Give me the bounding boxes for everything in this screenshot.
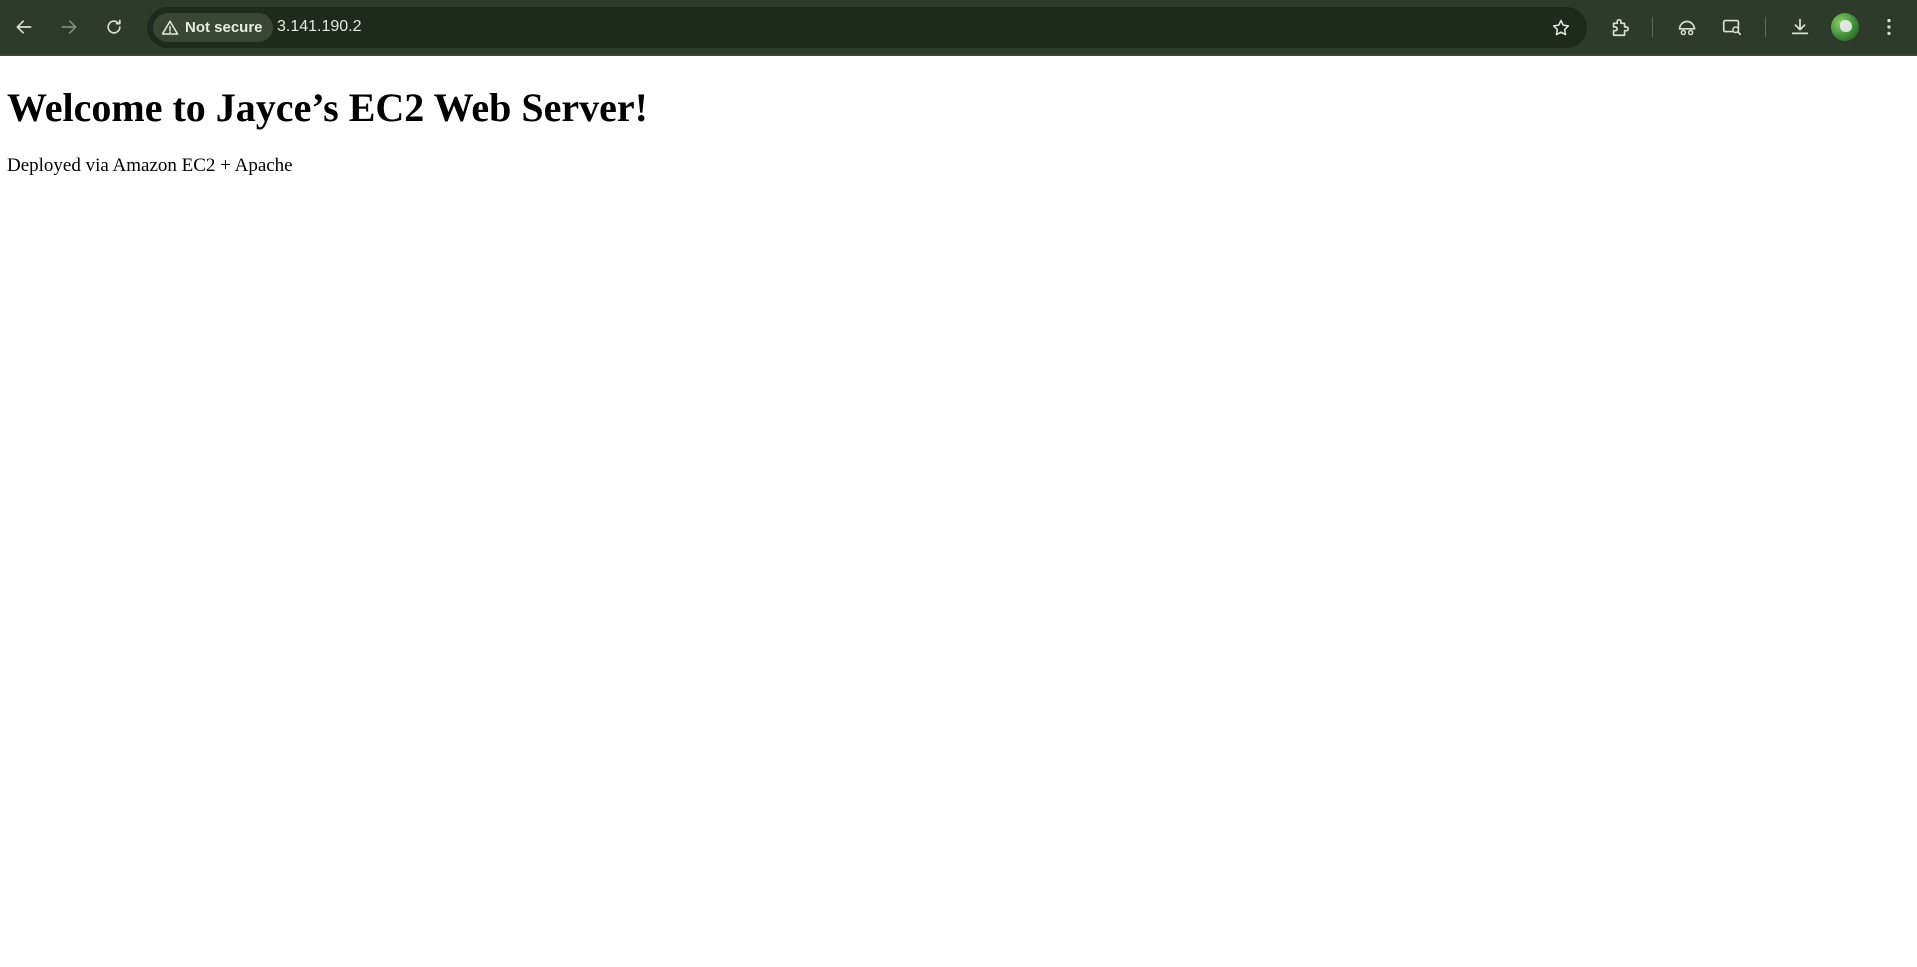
performance-button[interactable] xyxy=(1670,10,1704,44)
forward-button[interactable] xyxy=(52,10,86,44)
security-chip[interactable]: Not secure xyxy=(153,13,273,42)
page-content: Welcome to Jayce’s EC2 Web Server! Deplo… xyxy=(7,56,1907,178)
toolbar-separator xyxy=(1765,17,1766,37)
url-text[interactable]: 3.141.190.2 xyxy=(277,18,362,36)
downloads-button[interactable] xyxy=(1783,10,1817,44)
address-bar[interactable]: Not secure 3.141.190.2 xyxy=(147,7,1587,48)
back-button[interactable] xyxy=(7,10,41,44)
bookmark-button[interactable] xyxy=(1544,11,1577,44)
star-icon xyxy=(1552,19,1569,35)
download-icon xyxy=(1791,18,1809,35)
arrow-left-icon xyxy=(16,20,32,34)
media-search-icon xyxy=(1722,19,1742,36)
arrow-right-icon xyxy=(61,20,77,34)
reload-icon xyxy=(107,19,121,34)
browser-toolbar: Not secure 3.141.190.2 xyxy=(0,0,1917,56)
menu-button[interactable] xyxy=(1872,10,1906,44)
warning-triangle-icon xyxy=(161,20,179,35)
puzzle-icon xyxy=(1612,18,1630,37)
page-subtext: Deployed via Amazon EC2 + Apache xyxy=(7,155,293,176)
gauge-icon xyxy=(1678,20,1696,36)
avatar[interactable] xyxy=(1831,13,1859,41)
reload-button[interactable] xyxy=(97,10,131,44)
more-vertical-icon xyxy=(1887,18,1891,36)
extensions-button[interactable] xyxy=(1603,10,1637,44)
toolbar-separator xyxy=(1652,17,1653,37)
security-label: Not secure xyxy=(185,19,263,36)
media-search-button[interactable] xyxy=(1715,10,1749,44)
page-heading: Welcome to Jayce’s EC2 Web Server! xyxy=(7,85,648,130)
